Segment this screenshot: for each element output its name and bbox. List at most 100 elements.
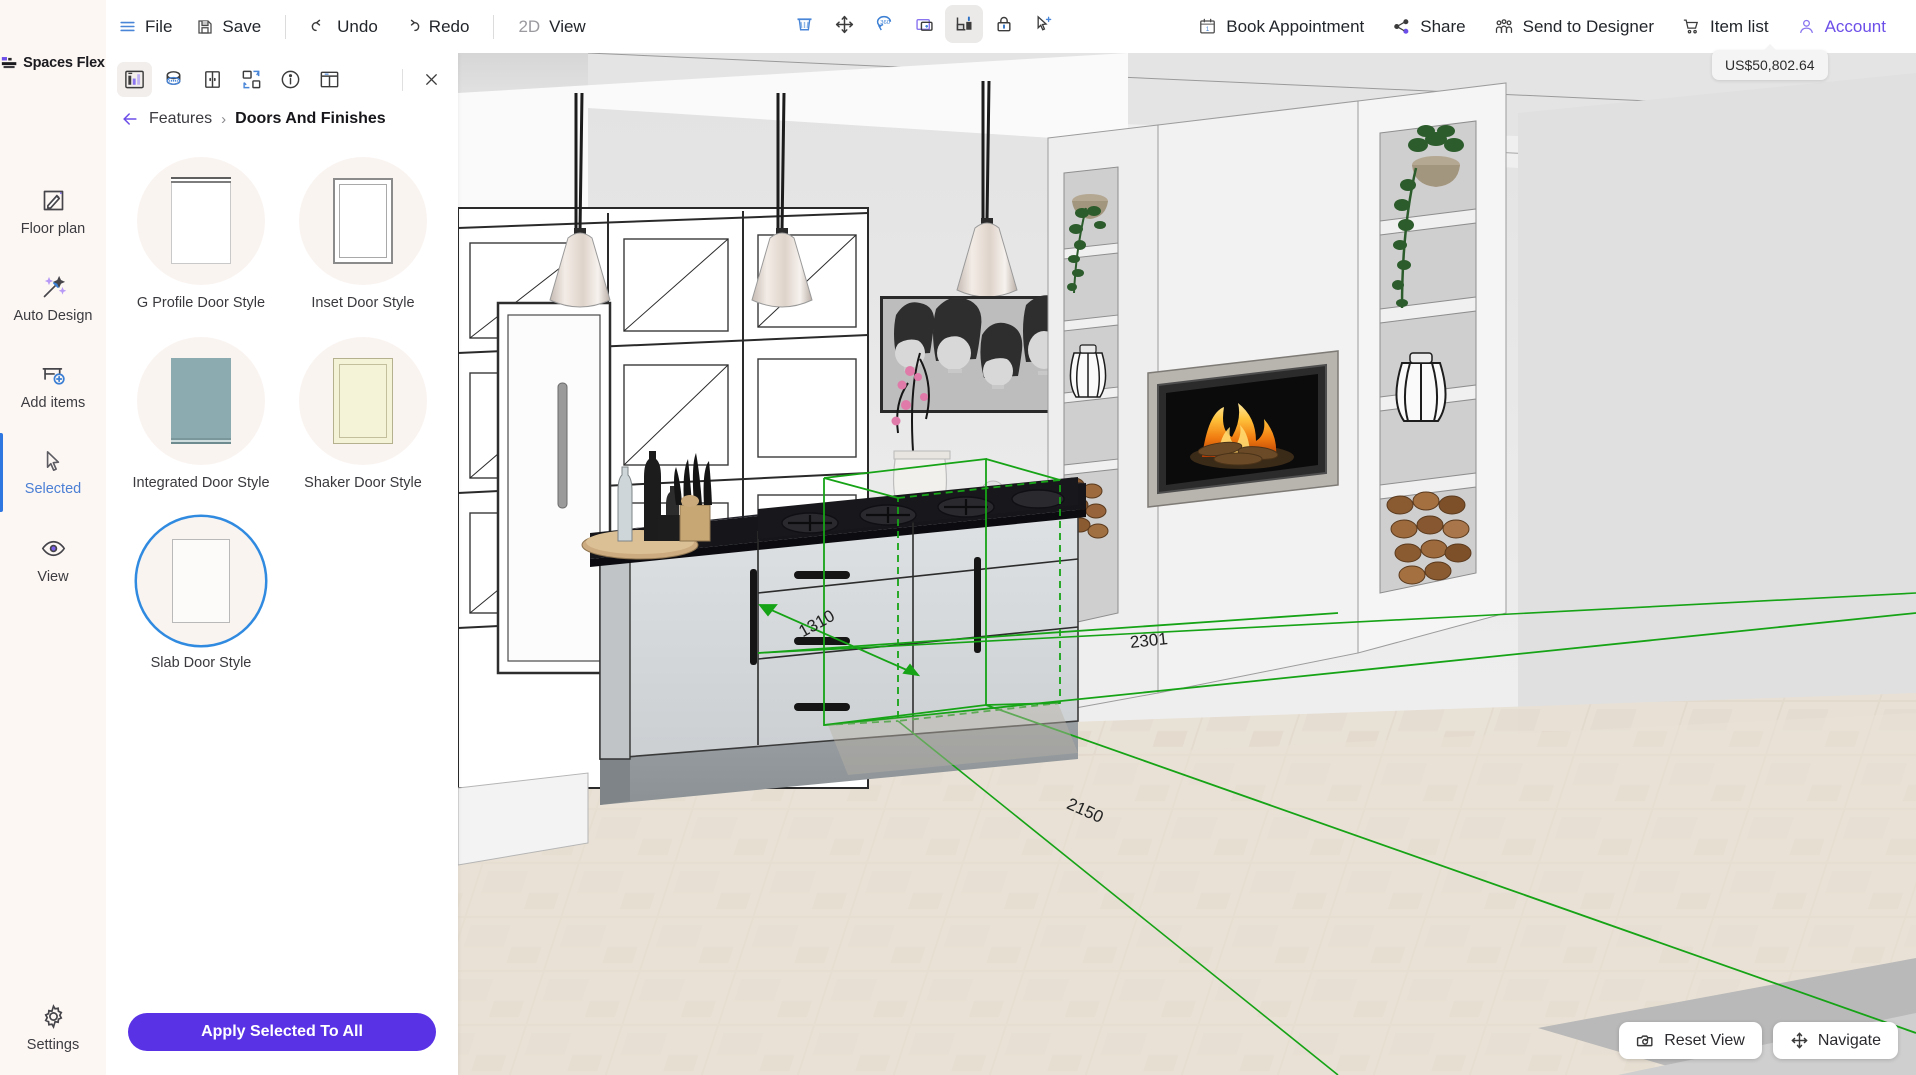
collision-tool-button[interactable]: [945, 5, 983, 43]
door-style-card-integrated[interactable]: Integrated Door Style: [120, 331, 282, 505]
undo-arrow-icon: [310, 17, 329, 36]
door-style-label: Integrated Door Style: [132, 475, 269, 491]
breadcrumb-back-button[interactable]: [120, 109, 140, 129]
view-mode-toggle[interactable]: 2D View: [506, 11, 597, 43]
undo-label: Undo: [337, 17, 378, 37]
door-style-swatch: [299, 337, 427, 465]
tape-measure-icon: [162, 68, 185, 91]
door-style-label: G Profile Door Style: [137, 295, 265, 311]
door-style-swatch: [137, 337, 265, 465]
striped-vase-right: [1396, 353, 1445, 421]
door-style-swatch: [137, 157, 265, 285]
move-tool-button[interactable]: [825, 5, 863, 43]
file-menu-button[interactable]: File: [106, 11, 184, 43]
arrow-left-icon: [120, 109, 140, 129]
tab-layout[interactable]: [312, 62, 347, 97]
svg-text:360: 360: [880, 20, 891, 26]
duplicate-tool-button[interactable]: [905, 5, 943, 43]
sidebar-item-settings[interactable]: Settings: [0, 1003, 106, 1053]
floor-plan-icon: [40, 187, 67, 214]
hamburger-menu-icon: [118, 17, 137, 36]
calendar-icon: 1: [1198, 17, 1217, 36]
undo-button[interactable]: Undo: [298, 11, 390, 43]
sidebar-item-selected-label: Selected: [25, 481, 81, 497]
door-style-card-inset[interactable]: Inset Door Style: [282, 151, 444, 325]
viewport-3d[interactable]: 1310 2301 2150 Reset View: [458, 53, 1916, 1075]
rotate-360-tool-button[interactable]: 360: [865, 5, 903, 43]
apply-selected-to-all-button[interactable]: Apply Selected To All: [128, 1013, 436, 1051]
sidebar-item-view-label: View: [37, 569, 68, 585]
door-style-grid: G Profile Door Style Inset Door Style In…: [106, 135, 458, 999]
panel-footer: Apply Selected To All: [106, 999, 458, 1075]
view-mode-label: View: [549, 17, 586, 37]
shopping-cart-icon: [1682, 17, 1701, 36]
eye-icon: [40, 535, 67, 562]
sidebar-item-settings-label: Settings: [27, 1037, 79, 1053]
g-profile-door-thumbnail: [171, 178, 231, 264]
object-tools: 360: [785, 5, 1063, 43]
send-to-designer-label: Send to Designer: [1523, 17, 1654, 37]
item-list-button[interactable]: Item list: [1670, 11, 1781, 43]
move-arrows-icon: [1790, 1031, 1809, 1050]
trash-can-icon: [794, 14, 815, 35]
sidebar-item-view[interactable]: View: [0, 516, 106, 603]
account-label: Account: [1825, 17, 1886, 37]
fireplace: [1148, 351, 1338, 507]
info-circle-icon: [279, 68, 302, 91]
door-style-card-slab[interactable]: Slab Door Style: [120, 511, 282, 685]
send-to-designer-button[interactable]: Send to Designer: [1482, 11, 1666, 43]
door-style-swatch-selected: [137, 517, 265, 645]
reset-view-button[interactable]: Reset View: [1619, 1022, 1762, 1059]
door-style-card-shaker[interactable]: Shaker Door Style: [282, 331, 444, 505]
integrated-door-thumbnail: [171, 358, 231, 444]
item-list-label: Item list: [1710, 17, 1769, 37]
account-button[interactable]: Account: [1785, 11, 1898, 43]
magic-wand-icon: [40, 274, 67, 301]
sidebar-item-auto-design[interactable]: Auto Design: [0, 255, 106, 342]
duplicate-icon: [914, 14, 935, 35]
move-arrows-icon: [834, 14, 855, 35]
book-appointment-label: Book Appointment: [1226, 17, 1364, 37]
tab-styles[interactable]: [117, 62, 152, 97]
share-button[interactable]: Share: [1380, 11, 1477, 43]
sidebar-item-floor-plan-label: Floor plan: [21, 221, 85, 237]
scene-svg: [458, 53, 1916, 1075]
select-add-tool-button[interactable]: [1025, 5, 1063, 43]
close-panel-button[interactable]: [415, 64, 447, 96]
cursor-plus-icon: [1034, 14, 1054, 34]
door-style-label: Shaker Door Style: [304, 475, 422, 491]
navigate-button[interactable]: Navigate: [1773, 1022, 1898, 1059]
left-sidebar: Spaces Flex Floor plan: [0, 0, 106, 1075]
viewport-buttons: Reset View Navigate: [1619, 1022, 1898, 1059]
color-swatch-icon: [123, 68, 146, 91]
view-mode-value: 2D: [518, 17, 540, 37]
tab-replace[interactable]: [234, 62, 269, 97]
tab-cabinet[interactable]: [195, 62, 230, 97]
lock-tool-button[interactable]: [985, 5, 1023, 43]
sidebar-item-add-items[interactable]: Add items: [0, 342, 106, 429]
tab-measure[interactable]: [156, 62, 191, 97]
breadcrumb: Features › Doors And Finishes: [106, 101, 458, 135]
sidebar-item-floor-plan[interactable]: Floor plan: [0, 168, 106, 255]
price-tooltip: US$50,802.64: [1712, 50, 1828, 80]
breadcrumb-parent[interactable]: Features: [149, 110, 212, 128]
gear-icon: [40, 1003, 67, 1030]
striped-vase-left: [1070, 345, 1105, 397]
share-nodes-icon: [1392, 17, 1411, 36]
delete-tool-button[interactable]: [785, 5, 823, 43]
reset-view-label: Reset View: [1664, 1032, 1745, 1050]
redo-button[interactable]: Redo: [390, 11, 482, 43]
cabinet-doors-icon: [201, 68, 224, 91]
panel-divider: [402, 69, 403, 91]
toolbar-divider-1: [285, 15, 286, 39]
navigate-label: Navigate: [1818, 1032, 1881, 1050]
padlock-icon: [994, 14, 1014, 34]
book-appointment-button[interactable]: 1 Book Appointment: [1186, 11, 1376, 43]
tab-info[interactable]: [273, 62, 308, 97]
svg-text:1: 1: [1206, 26, 1210, 33]
people-group-icon: [1494, 17, 1514, 37]
save-button[interactable]: Save: [184, 11, 273, 43]
door-style-card-g-profile[interactable]: G Profile Door Style: [120, 151, 282, 325]
sidebar-item-add-items-label: Add items: [21, 395, 85, 411]
sidebar-item-selected[interactable]: Selected: [0, 429, 106, 516]
